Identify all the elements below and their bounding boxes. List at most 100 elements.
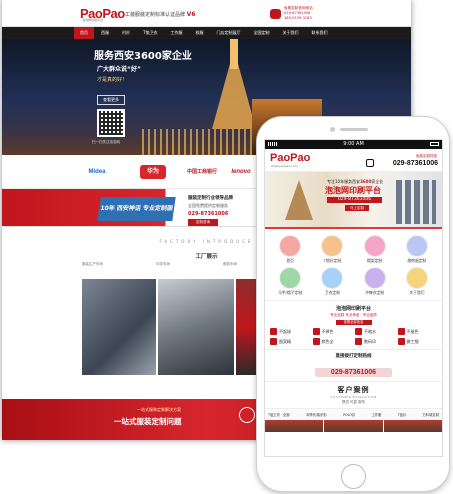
- menu-item-label: 首页: [286, 258, 294, 263]
- mobile-header: PaoPao www.paopao.com 免费定制热线 029-8736100…: [265, 149, 442, 172]
- menu-item-label: T恤衫定制: [323, 258, 342, 263]
- factory-tab[interactable]: 裁剪车间: [223, 262, 237, 267]
- hotline-phone[interactable]: 029-87361006: [314, 368, 393, 377]
- nav-item[interactable]: 门店定制展厅: [210, 27, 246, 39]
- feature-item: 图案精: [270, 338, 310, 345]
- phone-number-2[interactable]: 180-9159-3183: [284, 16, 313, 21]
- menu-item-qipao[interactable]: 旗袍服定制: [396, 235, 438, 264]
- feature-label: 数码印: [364, 338, 376, 344]
- cases-subtitle: 提供 可靠 服务: [341, 400, 366, 404]
- mobile-icon-grid: 首页 T恤衫定制 帽架定制 旗袍服定制 马甲/帽子定制 卫衣定制 冲锋衣定制 关…: [265, 229, 442, 301]
- hero-tagline: 才是真的好！: [97, 77, 128, 83]
- qr-code: [97, 109, 125, 137]
- phone-mockup: 9:00 AM PaoPao www.paopao.com 免费定制热线 029…: [256, 116, 450, 492]
- case-tab[interactable]: 冲锋衣/梭织衫: [306, 412, 327, 417]
- client-logo-lenovo: lenovo: [231, 169, 251, 175]
- mobile-phone[interactable]: 029-87361006: [393, 160, 438, 167]
- nav-item[interactable]: 首页: [74, 27, 94, 39]
- case-tab[interactable]: T恤衫: [398, 412, 407, 417]
- status-bar: 9:00 AM: [265, 140, 442, 149]
- home-icon: [279, 235, 302, 257]
- promo-phone[interactable]: 029-87361006: [188, 211, 228, 217]
- factory-tab[interactable]: 印花车间: [156, 262, 170, 267]
- banner-phone[interactable]: 029-87361006: [327, 197, 382, 203]
- menu-item-jacket[interactable]: 冲锋衣定制: [354, 267, 396, 296]
- menu-item-label: 马甲/帽子定制: [278, 290, 303, 295]
- nav-item[interactable]: 校服: [189, 27, 209, 39]
- banner-line-1-text: 专注10年服务西安: [327, 179, 361, 184]
- case-tab[interactable]: T恤卫衣 · 全部: [268, 412, 290, 417]
- pagoda-image: [285, 180, 313, 220]
- case-thumbnail[interactable]: [265, 420, 324, 432]
- logo-subtitle: 泡泡网印刷平台: [82, 18, 104, 22]
- mobile-banner: 专注10年服务西安3600家企业 泡泡网印刷平台 029-87361006 马上…: [265, 172, 442, 229]
- case-tab[interactable]: 万科城定制: [423, 412, 439, 417]
- menu-item-label: 卫衣定制: [324, 290, 340, 295]
- promo-button[interactable]: 定制咨询: [188, 219, 218, 226]
- battery-icon: [430, 142, 439, 146]
- menu-item-tshirt[interactable]: T恤衫定制: [311, 235, 353, 264]
- nav-item[interactable]: T恤卫衣: [137, 27, 163, 39]
- features-button[interactable]: 查看全部信息: [335, 320, 372, 325]
- camera-icon: [330, 127, 335, 132]
- hotline-title: 直接拨打定制热线: [335, 354, 372, 359]
- tshirt-icon: [321, 235, 344, 257]
- promo-badge: 10年 西安神话 专业定制服装: [97, 197, 176, 236]
- case-tab[interactable]: POLO衫: [343, 412, 355, 417]
- phone-icon: [366, 159, 374, 167]
- menu-item-hat[interactable]: 帽架定制: [354, 235, 396, 264]
- feature-icon: [397, 328, 405, 335]
- case-tab[interactable]: 工作服: [372, 412, 382, 417]
- menu-item-label: 冲锋衣定制: [365, 290, 385, 295]
- nav-item[interactable]: 衬衫: [116, 27, 136, 39]
- skyline-image: [396, 180, 436, 224]
- menu-item-home[interactable]: 首页: [269, 235, 311, 264]
- banner-button[interactable]: 马上定制: [345, 205, 369, 211]
- feature-label: 图案精: [279, 338, 291, 344]
- feature-icon: [270, 328, 277, 335]
- menu-item-vest[interactable]: 马甲/帽子定制: [269, 267, 311, 296]
- feature-item: 做工细: [397, 338, 438, 345]
- menu-item-hoodie[interactable]: 卫衣定制: [311, 267, 353, 296]
- vest-icon: [279, 267, 302, 289]
- promo-text: 全国免费提供定制服务: [188, 203, 228, 208]
- desktop-nav: 首页 西服 衬衫 T恤卫衣 工作服 校服 门店定制展厅 全国定制 关于我们 联系…: [2, 27, 411, 39]
- case-tabs: T恤卫衣 · 全部 冲锋衣/梭织衫 POLO衫 工作服 T恤衫 万科城定制: [265, 408, 442, 420]
- nav-item[interactable]: 关于我们: [276, 27, 304, 39]
- feature-grid: 不起球 不掉色 不缩水 不褪色 图案精 颜色全 数码印 做工细: [270, 328, 437, 345]
- mobile-logo[interactable]: PaoPao: [270, 152, 310, 164]
- cases-section: 客户案例 CUSTOMER EVALUATION 提供 可靠 服务: [265, 382, 442, 408]
- nav-item[interactable]: 西服: [95, 27, 115, 39]
- hoodie-icon: [321, 267, 344, 289]
- factory-photo[interactable]: [82, 279, 156, 375]
- banner-line-1-suffix: 家企业: [371, 179, 384, 184]
- factory-photo[interactable]: [158, 279, 234, 375]
- qr-caption: 扫一扫关注泡泡网: [92, 140, 120, 144]
- nav-item[interactable]: 联系我们: [305, 27, 333, 39]
- menu-item-about[interactable]: 关于我们: [396, 267, 438, 296]
- client-logo-icbc: 中国工商银行: [186, 169, 217, 175]
- home-button[interactable]: [341, 464, 366, 489]
- feature-icon: [355, 328, 362, 335]
- feature-item: 数码印: [355, 338, 395, 345]
- feature-icon: [397, 338, 405, 345]
- hat-icon: [363, 235, 386, 257]
- header-phone-block: 免费定制咨询电话 029-87361006 180-9159-3183: [284, 6, 313, 21]
- banner-count: 3600: [360, 179, 372, 184]
- feature-label: 不起球: [279, 328, 291, 334]
- slogan-badge: V6: [186, 11, 196, 18]
- features-title: 泡泡网印刷平台: [335, 306, 371, 312]
- hero-title: 服务西安3600家企业: [94, 51, 192, 62]
- nav-item[interactable]: 工作服: [164, 27, 188, 39]
- hero-more-button[interactable]: 查看更多: [97, 95, 125, 105]
- mobile-screen: 9:00 AM PaoPao www.paopao.com 免费定制热线 029…: [264, 139, 443, 457]
- feature-label: 颜色全: [321, 338, 334, 344]
- feature-item: 不褪色: [397, 328, 438, 335]
- case-thumbnail[interactable]: [383, 420, 442, 432]
- case-thumbnail[interactable]: [324, 420, 383, 432]
- header-slogan: 工装服装定制标准认证品牌 V6: [125, 11, 195, 18]
- feature-label: 不缩水: [364, 328, 376, 334]
- nav-item[interactable]: 全国定制: [247, 27, 275, 39]
- promo-title: 服装定制行业领导品牌: [188, 196, 233, 201]
- factory-tab[interactable]: 服装生产车间: [82, 262, 103, 267]
